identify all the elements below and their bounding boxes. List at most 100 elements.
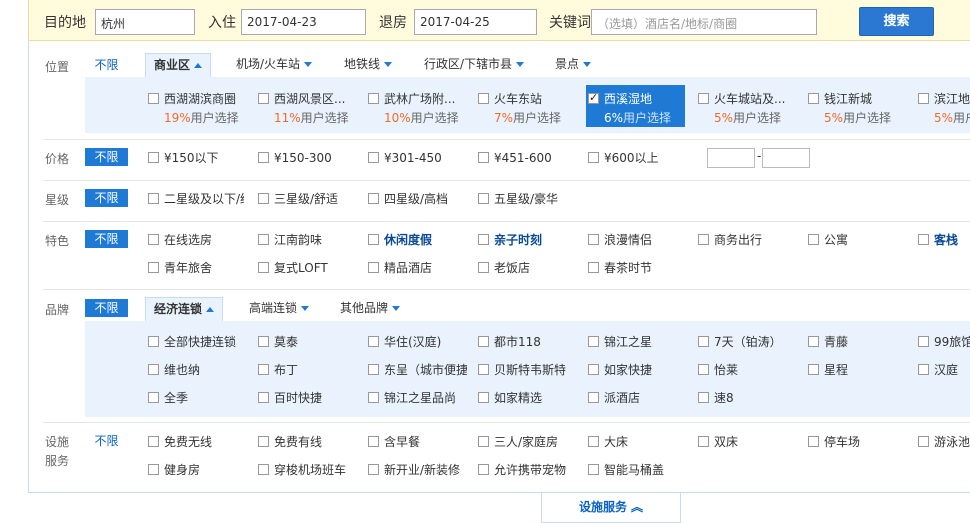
feature-option[interactable]: 公寓 — [808, 232, 911, 248]
feature-option[interactable]: 老饭店 — [478, 260, 581, 276]
checkbox-icon[interactable] — [478, 392, 489, 403]
facility-option[interactable]: 允许携带宠物 — [478, 462, 581, 478]
checkbox-icon[interactable] — [148, 262, 159, 273]
location-unlimited[interactable]: 不限 — [85, 56, 128, 74]
facility-option[interactable]: 停车场 — [808, 434, 911, 450]
brand-option[interactable]: 速8 — [698, 390, 801, 406]
area-option[interactable]: 火车城站及... — [698, 91, 801, 107]
price-option[interactable]: ¥301-450 — [368, 150, 471, 166]
area-option[interactable]: 钱江新城 — [808, 91, 911, 107]
price-option[interactable]: ¥451-600 — [478, 150, 581, 166]
checkbox-icon[interactable] — [258, 152, 269, 163]
checkbox-icon[interactable] — [478, 262, 489, 273]
feature-unlimited[interactable]: 不限 — [85, 230, 128, 248]
search-button[interactable]: 搜索 — [859, 7, 934, 36]
brand-option[interactable]: 7天（铂涛） — [698, 334, 801, 350]
checkbox-icon[interactable] — [258, 234, 269, 245]
facility-option[interactable]: 穿梭机场班车 — [258, 462, 361, 478]
checkbox-icon[interactable] — [478, 152, 489, 163]
feature-option[interactable]: 休闲度假 — [368, 232, 471, 248]
feature-option[interactable]: 青年旅舍 — [148, 260, 251, 276]
checkbox-icon[interactable] — [478, 436, 489, 447]
checkout-date-input[interactable]: 2017-04-25 — [414, 9, 537, 35]
star-option[interactable]: 五星级/豪华 — [478, 191, 581, 207]
star-option[interactable]: 三星级/舒适 — [258, 191, 361, 207]
brand-option[interactable]: 布丁 — [258, 362, 361, 378]
checkbox-icon[interactable] — [258, 193, 269, 204]
brand-option[interactable]: 星程 — [808, 362, 911, 378]
checkbox-icon[interactable] — [258, 436, 269, 447]
facility-option[interactable]: 免费有线 — [258, 434, 361, 450]
checkbox-icon[interactable] — [698, 234, 709, 245]
area-option[interactable]: 西湖湖滨商圈 — [148, 91, 251, 107]
price-min-input[interactable] — [707, 148, 755, 168]
checkbox-icon[interactable] — [368, 436, 379, 447]
brand-unlimited[interactable]: 不限 — [85, 299, 128, 317]
tab-economy-chain[interactable]: 经济连锁 — [145, 297, 224, 321]
checkbox-icon[interactable] — [588, 464, 599, 475]
checkbox-icon[interactable] — [478, 464, 489, 475]
price-option[interactable]: ¥150-300 — [258, 150, 361, 166]
area-option[interactable]: 武林广场附... — [368, 91, 471, 107]
star-option[interactable]: 四星级/高档 — [368, 191, 471, 207]
brand-option[interactable]: 东呈（城市便捷 — [368, 362, 467, 378]
keyword-input[interactable]: （选填）酒店名/地标/商圈 — [591, 9, 817, 35]
checkbox-icon[interactable] — [478, 193, 489, 204]
feature-option[interactable]: 江南韵味 — [258, 232, 361, 248]
brand-option[interactable]: 百时快捷 — [258, 390, 361, 406]
brand-option[interactable]: 维也纳 — [148, 362, 251, 378]
checkbox-icon[interactable] — [698, 336, 709, 347]
checkbox-icon[interactable] — [918, 364, 929, 375]
checkbox-icon[interactable] — [808, 234, 819, 245]
checkbox-icon[interactable] — [588, 392, 599, 403]
checkbox-icon[interactable] — [698, 93, 709, 104]
price-unlimited[interactable]: 不限 — [85, 148, 128, 166]
checkbox-icon[interactable] — [258, 262, 269, 273]
brand-option[interactable]: 莫泰 — [258, 334, 361, 350]
checkbox-icon[interactable] — [368, 262, 379, 273]
checkbox-icon[interactable] — [588, 262, 599, 273]
checkbox-icon[interactable] — [258, 364, 269, 375]
brand-option[interactable]: 华住(汉庭) — [368, 334, 471, 350]
facility-option[interactable]: 大床 — [588, 434, 691, 450]
checkbox-icon[interactable] — [148, 93, 159, 104]
brand-option[interactable]: 锦江之星 — [588, 334, 691, 350]
facility-option[interactable]: 含早餐 — [368, 434, 471, 450]
brand-option[interactable]: 汉庭 — [918, 362, 970, 378]
feature-option[interactable]: 在线选房 — [148, 232, 251, 248]
brand-option[interactable]: 99旅馆 — [918, 334, 970, 350]
brand-option[interactable]: 如家快捷 — [588, 362, 691, 378]
brand-option[interactable]: 全部快捷连锁 — [148, 334, 247, 350]
checkbox-icon[interactable] — [918, 336, 929, 347]
checkbox-icon[interactable] — [258, 93, 269, 104]
checkbox-icon[interactable] — [148, 193, 159, 204]
facility-option[interactable]: 智能马桶盖 — [588, 462, 691, 478]
facility-option[interactable]: 免费无线 — [148, 434, 251, 450]
price-option[interactable]: ¥150以下 — [148, 150, 251, 166]
checkbox-icon[interactable] — [148, 392, 159, 403]
checkbox-icon[interactable] — [588, 364, 599, 375]
checkbox-icon[interactable] — [918, 436, 929, 447]
checkbox-icon[interactable] — [148, 234, 159, 245]
feature-option[interactable]: 浪漫情侣 — [588, 232, 691, 248]
brand-option[interactable]: 派酒店 — [588, 390, 691, 406]
checkbox-icon[interactable] — [368, 234, 379, 245]
brand-option[interactable]: 如家精选 — [478, 390, 581, 406]
checkbox-icon[interactable] — [808, 336, 819, 347]
tab-scenic[interactable]: 景点 — [547, 53, 599, 77]
checkbox-icon[interactable] — [368, 193, 379, 204]
checkbox-icon[interactable] — [918, 234, 929, 245]
checkbox-icon[interactable] — [588, 152, 599, 163]
facility-option[interactable]: 新开业/新装修 — [368, 462, 471, 478]
area-option[interactable]: 火车东站 — [478, 91, 581, 107]
checkbox-icon[interactable] — [478, 93, 489, 104]
facility-option[interactable]: 三人/家庭房 — [478, 434, 581, 450]
checkbox-icon[interactable] — [368, 364, 379, 375]
facility-option[interactable]: 游泳池 — [918, 434, 970, 450]
tab-luxury-chain[interactable]: 高端连锁 — [241, 297, 317, 321]
checkbox-icon[interactable] — [368, 464, 379, 475]
tab-metro[interactable]: 地铁线 — [336, 53, 400, 77]
checkbox-icon[interactable] — [808, 436, 819, 447]
checkbox-icon[interactable] — [698, 392, 709, 403]
brand-option[interactable]: 贝斯特韦斯特 — [478, 362, 581, 378]
